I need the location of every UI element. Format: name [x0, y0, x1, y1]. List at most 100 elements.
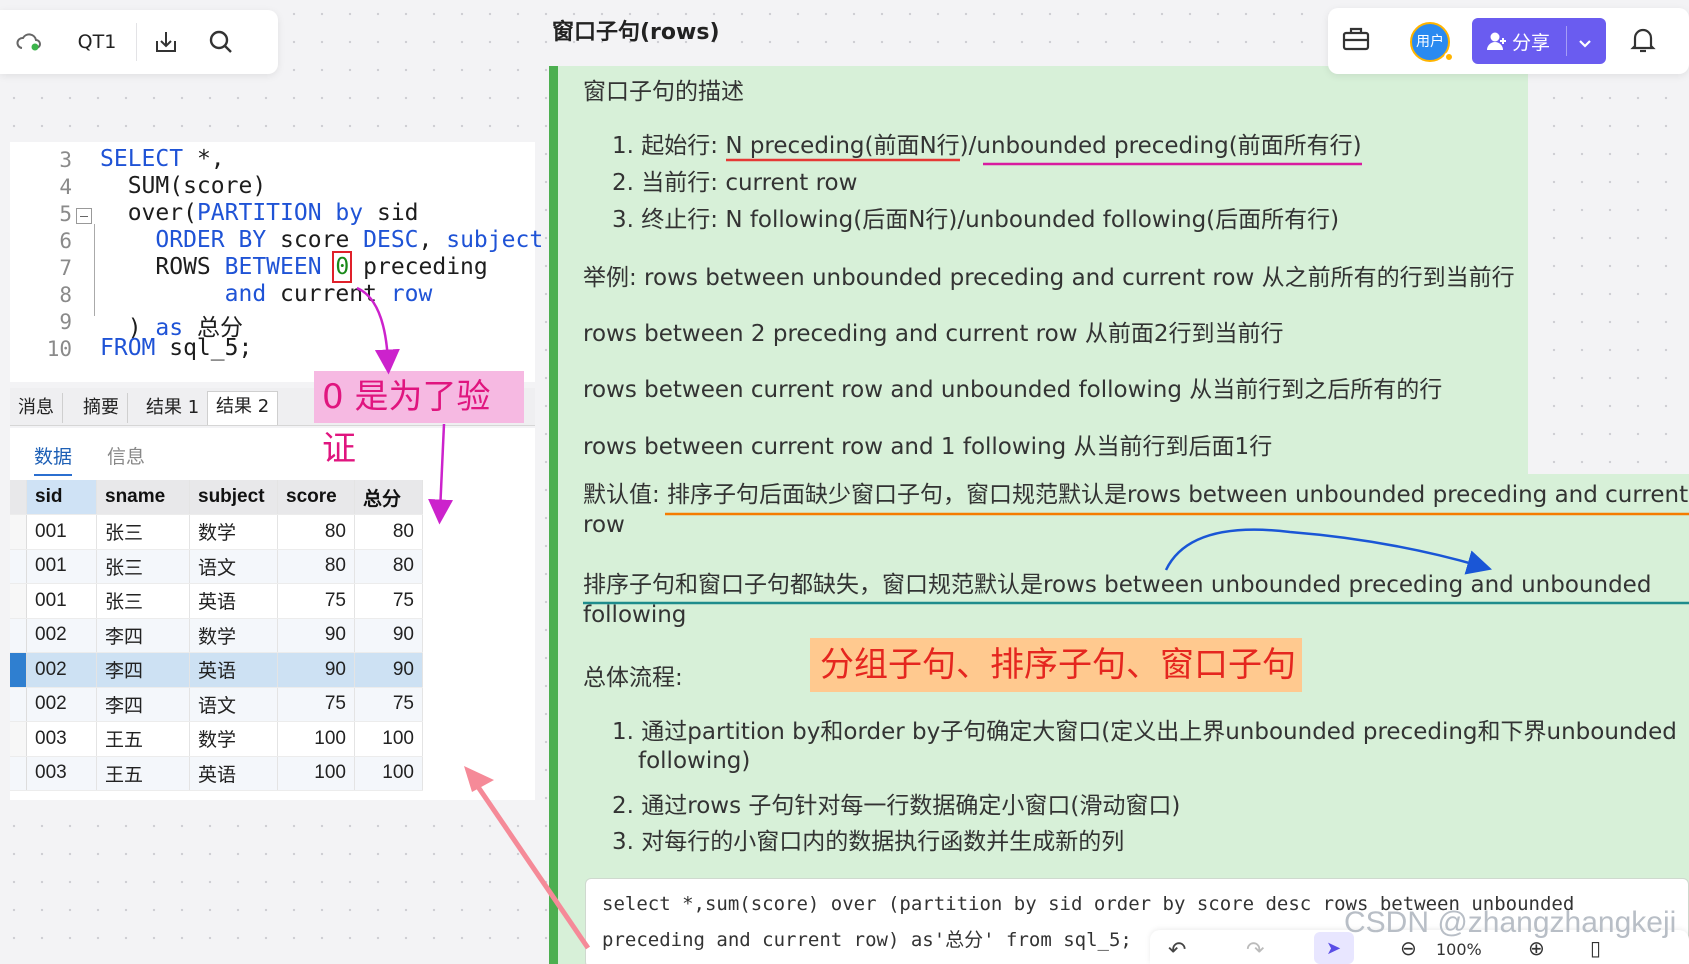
table-cell[interactable]: 90 — [277, 618, 355, 653]
table-cell[interactable]: 80 — [277, 514, 355, 550]
tab-summary[interactable]: 摘要 — [75, 393, 128, 423]
row-header[interactable] — [10, 687, 27, 722]
table-cell[interactable]: 100 — [277, 756, 355, 791]
table-row[interactable]: 001 张三 数学 80 80 — [10, 514, 423, 550]
table-cell[interactable]: 张三 — [96, 549, 190, 584]
table-cell[interactable]: 王五 — [96, 756, 190, 791]
code-line-7: ROWS BETWEEN 0 preceding — [100, 251, 488, 283]
table-cell[interactable]: 003 — [26, 756, 97, 791]
column-header[interactable]: sname — [96, 480, 190, 515]
undo-icon[interactable]: ↶ — [1168, 938, 1186, 963]
table-cell[interactable]: 语文 — [189, 549, 278, 584]
table-row[interactable]: 002 李四 数学 90 90 — [10, 618, 423, 653]
list-item: 2. 通过rows 子句针对每一行数据确定小窗口(滑动窗口) — [612, 793, 1181, 819]
table-row[interactable]: 002 李四 英语 90 90 — [10, 652, 423, 688]
row-header[interactable] — [10, 721, 27, 757]
list-item: 2. 当前行: current row — [612, 170, 858, 196]
table-cell[interactable]: 李四 — [96, 618, 190, 653]
table-cell[interactable]: 003 — [26, 721, 97, 757]
table-cell[interactable]: 李四 — [96, 687, 190, 722]
table-cell[interactable]: 75 — [354, 687, 423, 722]
cursor-icon: ➤ — [1326, 938, 1342, 959]
table-cell[interactable]: 90 — [354, 618, 423, 653]
table-cell[interactable]: 数学 — [189, 618, 278, 653]
table-cell[interactable]: 80 — [354, 549, 423, 584]
table-cell[interactable]: 张三 — [96, 583, 190, 619]
table-row[interactable]: 003 王五 数学 100 100 — [10, 721, 423, 757]
search-icon[interactable] — [195, 10, 247, 74]
desc-heading: 窗口子句的描述 — [583, 79, 744, 105]
table-cell[interactable]: 75 — [277, 583, 355, 619]
table-cell[interactable]: 数学 — [189, 721, 278, 757]
status-dot — [1444, 52, 1454, 62]
column-header[interactable]: subject — [189, 480, 278, 515]
doc-name[interactable]: QT1 — [58, 10, 136, 74]
add-user-icon — [1486, 30, 1508, 56]
table-cell[interactable]: 张三 — [96, 514, 190, 550]
tab-result-2[interactable]: 结果 2 — [207, 391, 279, 425]
tab-messages[interactable]: 消息 — [10, 393, 63, 423]
list-item: 3. 对每行的小窗口内的数据执行函数并生成新的列 — [612, 829, 1125, 855]
table-cell[interactable]: 80 — [277, 549, 355, 584]
table-cell[interactable]: 90 — [277, 652, 355, 688]
line-number: 9 — [59, 310, 72, 334]
table-cell[interactable]: 100 — [277, 721, 355, 757]
table-cell[interactable]: 李四 — [96, 652, 190, 688]
table-cell[interactable]: 001 — [26, 514, 97, 550]
fold-toggle-icon[interactable] — [76, 208, 92, 224]
subtab-data[interactable]: 数据 — [34, 442, 73, 476]
table-cell[interactable]: 100 — [354, 721, 423, 757]
table-cell[interactable]: 75 — [354, 583, 423, 619]
table-cell[interactable]: 数学 — [189, 514, 278, 550]
default-text: following — [583, 602, 687, 628]
table-row[interactable]: 001 张三 语文 80 80 — [10, 549, 423, 584]
row-header[interactable] — [10, 756, 27, 791]
table-row[interactable]: 003 王五 英语 100 100 — [10, 756, 423, 791]
sql-editor[interactable]: 3 4 5 6 7 8 9 10 SELECT *, SUM(score) ov… — [10, 142, 543, 382]
table-cell[interactable]: 90 — [354, 652, 423, 688]
cloud-sync-icon[interactable] — [0, 10, 58, 74]
zoom-level[interactable]: 100% — [1436, 940, 1482, 959]
table-row[interactable]: 001 张三 英语 75 75 — [10, 583, 423, 619]
row-header[interactable] — [10, 618, 27, 653]
bell-icon[interactable] — [1630, 26, 1656, 58]
list-item: following) — [638, 748, 751, 774]
example-text: rows between 2 preceding and current row… — [583, 321, 1284, 347]
subtab-info[interactable]: 信息 — [107, 442, 145, 469]
tab-result-1[interactable]: 结果 1 — [138, 393, 209, 423]
column-header[interactable]: 总分 — [354, 480, 423, 515]
table-row[interactable]: 002 李四 语文 75 75 — [10, 687, 423, 722]
table-cell[interactable]: 英语 — [189, 583, 278, 619]
table-cell[interactable]: 001 — [26, 549, 97, 584]
list-item: 3. 终止行: N following(后面N行)/unbounded foll… — [612, 207, 1340, 233]
table-cell[interactable]: 002 — [26, 687, 97, 722]
download-icon[interactable] — [137, 10, 195, 74]
code-line-10: FROM sql_5; — [100, 335, 253, 361]
table-cell[interactable]: 王五 — [96, 721, 190, 757]
code-line-5: over(PARTITION by sid — [100, 200, 419, 226]
table-cell[interactable]: 002 — [26, 618, 97, 653]
row-header[interactable] — [10, 514, 27, 550]
table-cell[interactable]: 英语 — [189, 756, 278, 791]
column-header[interactable]: score — [277, 480, 355, 515]
chevron-down-icon[interactable] — [1578, 34, 1592, 53]
default-text: 排序子句和窗口子句都缺失，窗口规范默认是rows between unbound… — [583, 572, 1652, 598]
row-header[interactable] — [10, 652, 27, 688]
share-button[interactable]: 分享 — [1472, 18, 1606, 64]
table-cell[interactable]: 002 — [26, 652, 97, 688]
table-cell[interactable]: 001 — [26, 583, 97, 619]
table-cell[interactable]: 80 — [354, 514, 423, 550]
row-header-corner — [10, 480, 27, 515]
toolbox-icon[interactable] — [1342, 26, 1370, 56]
redo-icon[interactable]: ↷ — [1246, 938, 1264, 963]
line-number: 6 — [59, 229, 72, 253]
line-number: 5 — [59, 202, 72, 226]
table-cell[interactable]: 语文 — [189, 687, 278, 722]
row-header[interactable] — [10, 549, 27, 584]
row-header[interactable] — [10, 583, 27, 619]
table-cell[interactable]: 英语 — [189, 652, 278, 688]
table-cell[interactable]: 75 — [277, 687, 355, 722]
column-header[interactable]: sid — [26, 480, 97, 515]
table-cell[interactable]: 100 — [354, 756, 423, 791]
list-item: 1. 通过partition by和order by子句确定大窗口(定义出上界u… — [612, 719, 1677, 745]
